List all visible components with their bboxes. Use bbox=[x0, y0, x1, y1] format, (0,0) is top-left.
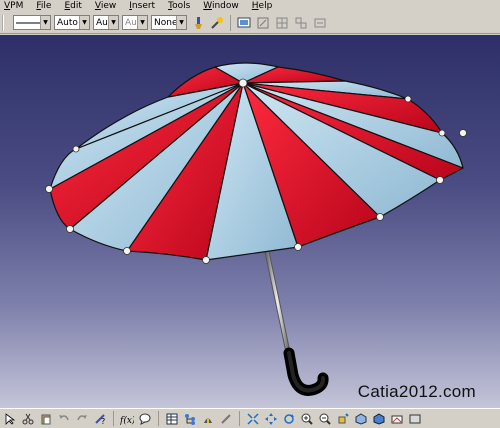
paste-icon[interactable] bbox=[38, 411, 54, 427]
fit-all-icon[interactable] bbox=[245, 411, 261, 427]
3d-viewport[interactable]: Catia2012.com bbox=[0, 35, 500, 408]
render-icon[interactable] bbox=[371, 411, 387, 427]
line-style-select[interactable]: ▼ bbox=[13, 15, 51, 30]
menu-insert[interactable]: Insert bbox=[125, 0, 164, 12]
zoom-out-icon[interactable] bbox=[317, 411, 333, 427]
layer-select[interactable]: None ▼ bbox=[151, 15, 187, 30]
sketch-grid-icon[interactable] bbox=[274, 15, 290, 31]
measure-icon[interactable] bbox=[200, 411, 216, 427]
help-icon[interactable]: ? bbox=[92, 411, 108, 427]
apply-format-icon[interactable] bbox=[209, 15, 225, 31]
chevron-down-icon: ▼ bbox=[176, 16, 186, 29]
comment-icon[interactable] bbox=[137, 411, 153, 427]
menu-tools[interactable]: Tools bbox=[164, 0, 199, 12]
undo-icon[interactable] bbox=[56, 411, 72, 427]
redo-icon[interactable] bbox=[74, 411, 90, 427]
tree-icon[interactable] bbox=[182, 411, 198, 427]
group-icon[interactable] bbox=[293, 15, 309, 31]
layer-filter-select[interactable]: Aut ▼ bbox=[122, 15, 148, 30]
svg-text:?: ? bbox=[101, 417, 105, 425]
rotate-icon[interactable] bbox=[281, 411, 297, 427]
menu-view[interactable]: View bbox=[91, 0, 125, 12]
cut-icon[interactable] bbox=[20, 411, 36, 427]
menu-file[interactable]: File bbox=[32, 0, 60, 12]
toolbar-separator bbox=[158, 411, 159, 426]
ungroup-icon[interactable] bbox=[312, 15, 328, 31]
line-type-select[interactable]: Aut ▼ bbox=[93, 15, 119, 30]
line-weight-select[interactable]: Auto ▼ bbox=[54, 15, 90, 30]
chevron-down-icon: ▼ bbox=[79, 16, 89, 29]
swap-icon[interactable] bbox=[407, 411, 423, 427]
toolbar-separator bbox=[113, 411, 114, 426]
menu-vpm[interactable]: VPM bbox=[0, 0, 32, 12]
chevron-down-icon: ▼ bbox=[40, 16, 50, 29]
umbrella-canopy bbox=[49, 62, 464, 261]
zoom-in-icon[interactable] bbox=[299, 411, 315, 427]
paintbrush-icon[interactable] bbox=[190, 15, 206, 31]
normal-view-icon[interactable] bbox=[335, 411, 351, 427]
iso-view-icon[interactable] bbox=[353, 411, 369, 427]
fly-icon[interactable] bbox=[218, 411, 234, 427]
screen-lock-icon[interactable] bbox=[236, 15, 252, 31]
snap-icon[interactable] bbox=[255, 15, 271, 31]
umbrella-model[interactable] bbox=[0, 35, 500, 408]
menu-help[interactable]: Help bbox=[248, 0, 282, 12]
pan-icon[interactable] bbox=[263, 411, 279, 427]
bottom-toolbar: ? f(x) bbox=[0, 408, 500, 428]
chevron-down-icon: ▼ bbox=[108, 16, 118, 29]
select-icon[interactable] bbox=[2, 411, 18, 427]
toolbar-grip[interactable] bbox=[2, 14, 10, 31]
menu-bar: VPM File Edit View Insert Tools Window H… bbox=[0, 0, 500, 12]
toolbar-separator bbox=[239, 411, 240, 426]
toolbar-separator bbox=[230, 14, 231, 31]
menu-edit[interactable]: Edit bbox=[60, 0, 90, 12]
menu-window[interactable]: Window bbox=[199, 0, 248, 12]
table-icon[interactable] bbox=[164, 411, 180, 427]
formula-icon[interactable]: f(x) bbox=[119, 411, 135, 427]
properties-toolbar: ▼ Auto ▼ Aut ▼ Aut ▼ None ▼ bbox=[0, 12, 500, 34]
hide-show-icon[interactable] bbox=[389, 411, 405, 427]
svg-text:f(x): f(x) bbox=[120, 415, 134, 425]
watermark: Catia2012.com bbox=[357, 382, 476, 401]
chevron-down-icon: ▼ bbox=[137, 16, 147, 29]
